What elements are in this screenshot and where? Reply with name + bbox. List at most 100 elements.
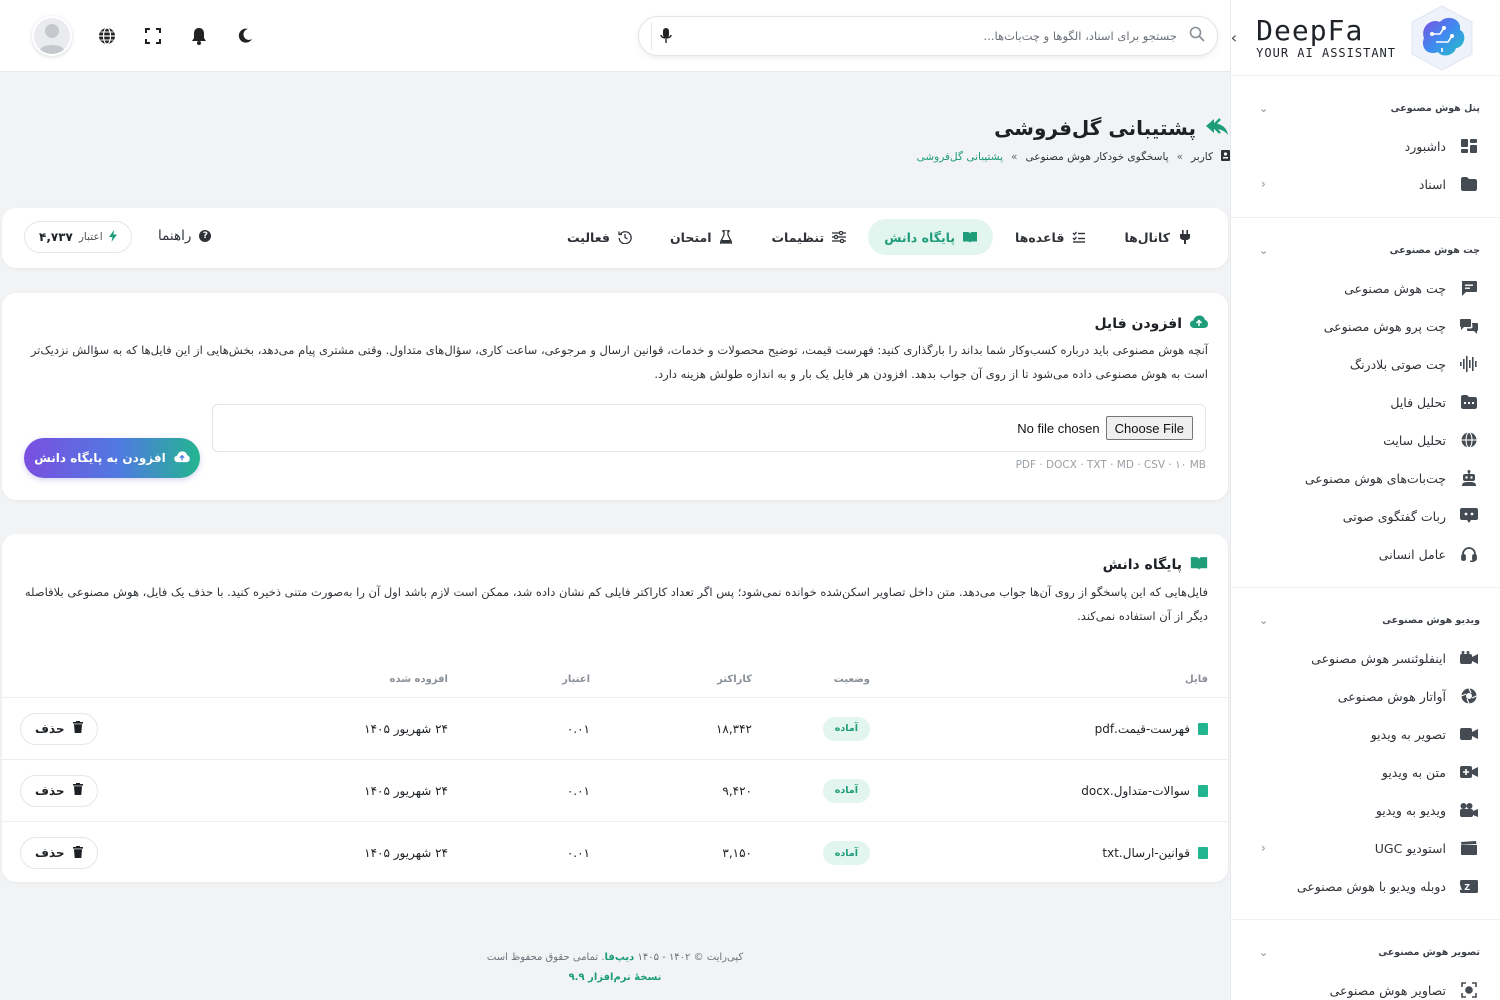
chevron-down-icon: ⌄	[1259, 102, 1269, 115]
knowledge-base-card: پایگاه دانش فایل‌هایی که این پاسخگو از ر…	[2, 534, 1228, 882]
sidebar-section-header[interactable]: پنل هوش مصنوعی ⌄	[1231, 84, 1500, 127]
copyright-suffix: . تمامی حقوق محفوظ است	[486, 952, 605, 963]
status-badge: آماده	[822, 841, 870, 865]
sidebar-item-label: اینفلوئنسر هوش مصنوعی	[1311, 650, 1446, 666]
sidebar-item[interactable]: اسناد ‹	[1231, 165, 1500, 203]
sidebar-item-label: تصاویر هوش مصنوعی	[1329, 982, 1446, 998]
table-row: سوالات-متداول.docx آماده ۹,۴۲۰ ۰.۰۱ ۲۴ ش…	[2, 760, 1228, 822]
help-label: راهنما	[158, 228, 192, 244]
sidebar-item-label: عامل انسانی	[1378, 546, 1446, 562]
file-name[interactable]: قوانین-ارسال.txt	[1102, 846, 1190, 860]
action-cell: حذف	[2, 774, 348, 807]
sidebar-item[interactable]: استودیو UGC ‹	[1231, 829, 1500, 867]
kb-description: فایل‌هایی که این پاسخگو از روی آن‌ها جوا…	[24, 585, 1208, 623]
tab-rules[interactable]: قاعده‌ها	[999, 219, 1102, 255]
sidebar-item[interactable]: تصویر به ویدیو	[1231, 715, 1500, 753]
col-credit: اعتبار	[562, 674, 590, 685]
sidebar-item[interactable]: تصاویر هوش مصنوعی	[1231, 971, 1500, 1000]
breadcrumb-autoresponder[interactable]: پاسخگوی خودکار هوش مصنوعی	[1025, 151, 1168, 163]
chars-cell: ۱۸,۳۴۲	[715, 721, 752, 736]
date-cell: ۲۴ شهریور ۱۴۰۵	[364, 783, 448, 798]
col-date: افزوده شده	[389, 674, 448, 685]
chat-pro-icon	[1460, 317, 1478, 335]
sidebar-item-label: استودیو UGC	[1374, 840, 1446, 856]
sidebar-item-label: چت‌بات‌های هوش مصنوعی	[1304, 470, 1446, 486]
back-arrow-icon[interactable]	[1204, 117, 1230, 140]
tab-settings[interactable]: تنظیمات	[755, 219, 862, 255]
add-to-knowledge-base-button[interactable]: افزودن به پایگاه دانش	[24, 438, 200, 478]
no-file-label: No file chosen	[1017, 420, 1100, 436]
dashboard-icon	[1460, 137, 1478, 155]
sidebar-item[interactable]: چت پرو هوش مصنوعی	[1231, 307, 1500, 345]
sidebar-item[interactable]: AZ دوبله ویدیو با هوش مصنوعی	[1231, 867, 1500, 905]
sidebar-item[interactable]: چت هوش مصنوعی	[1231, 269, 1500, 307]
credit-badge[interactable]: اعتبار ۴,۷۳۷	[24, 221, 132, 253]
topbar	[0, 0, 1230, 72]
search-icon	[1185, 26, 1205, 46]
files-table: فایل وضعیت کاراکتر اعتبار افزوده شده فهر…	[2, 662, 1228, 884]
credit-value: ۴,۷۳۷	[39, 230, 73, 244]
language-globe-icon[interactable]	[96, 25, 118, 47]
file-name[interactable]: سوالات-متداول.docx	[1081, 784, 1190, 798]
tab-label: کانال‌ها	[1124, 229, 1170, 245]
sidebar-item[interactable]: ربات گفتگوی صوتی	[1231, 497, 1500, 535]
flask-icon	[719, 230, 733, 244]
microphone-icon[interactable]	[651, 22, 679, 50]
search-input[interactable]	[679, 29, 1185, 43]
bot-icon	[1460, 469, 1478, 487]
choose-file-button[interactable]: Choose File	[1105, 416, 1193, 440]
software-version: نسخهٔ نرم‌افزار ۹.۹	[568, 972, 662, 983]
sidebar-item[interactable]: آواتار هوش مصنوعی	[1231, 677, 1500, 715]
cloud-upload-icon	[174, 450, 190, 466]
sidebar-item-label: داشبورد	[1404, 138, 1446, 154]
sidebar-item-label: تحلیل فایل	[1390, 394, 1446, 410]
file-input[interactable]: No file chosen Choose File	[212, 404, 1206, 452]
sidebar-item[interactable]: اینفلوئنسر هوش مصنوعی	[1231, 639, 1500, 677]
sidebar-item[interactable]: چت‌بات‌های هوش مصنوعی	[1231, 459, 1500, 497]
delete-button[interactable]: حذف	[20, 712, 98, 745]
trash-icon	[72, 845, 83, 861]
sidebar-item[interactable]: تحلیل سایت	[1231, 421, 1500, 459]
sidebar-item[interactable]: چت صوتی بلادرنگ	[1231, 345, 1500, 383]
table-header: فایل وضعیت کاراکتر اعتبار افزوده شده	[2, 662, 1228, 698]
delete-button[interactable]: حذف	[20, 774, 98, 807]
breadcrumb-user[interactable]: کاربر	[1191, 151, 1213, 163]
tab-label: امتحان	[669, 229, 712, 245]
sidebar-item[interactable]: داشبورد	[1231, 127, 1500, 165]
help-link[interactable]: ? راهنما	[158, 228, 212, 244]
sidebar-section-header[interactable]: ویدیو هوش مصنوعی ⌄	[1231, 596, 1500, 639]
logo-title: DeepFa	[1256, 13, 1364, 47]
tab-test[interactable]: امتحان	[654, 219, 750, 255]
tab-activity[interactable]: فعالیت	[551, 219, 648, 255]
footer-brand-link[interactable]: دیپ‌فا	[605, 952, 635, 963]
file-name[interactable]: فهرست-قیمت.pdf	[1095, 722, 1190, 736]
credit-cell: ۰.۰۱	[566, 846, 590, 860]
col-status: وضعیت	[833, 674, 870, 685]
sidebar-item-label: ربات گفتگوی صوتی	[1342, 508, 1446, 524]
accepted-formats: PDF · DOCX · TXT · MD · CSV · ۱۰ MB	[1015, 459, 1206, 471]
waveform-icon	[1460, 355, 1478, 373]
delete-button[interactable]: حذف	[20, 837, 98, 869]
checklist-icon	[1072, 230, 1086, 244]
sidebar-section-title: چت هوش مصنوعی	[1389, 245, 1480, 256]
sidebar-section-header[interactable]: تصویر هوش مصنوعی ⌄	[1231, 928, 1500, 971]
sidebar-item[interactable]: تحلیل فایل	[1231, 383, 1500, 421]
logo[interactable]: DeepFa YOUR AI ASSISTANT	[1231, 0, 1500, 76]
sidebar-item[interactable]: متن به ویدیو	[1231, 753, 1500, 791]
sidebar-section-header[interactable]: چت هوش مصنوعی ⌄	[1231, 226, 1500, 269]
chevron-down-icon: ⌄	[1259, 946, 1269, 959]
bell-icon[interactable]	[188, 25, 210, 47]
fullscreen-icon[interactable]	[142, 25, 164, 47]
user-avatar[interactable]	[32, 16, 72, 56]
sidebar-item[interactable]: ویدیو به ویدیو	[1231, 791, 1500, 829]
footer: کپی‌رایت © ۱۴۰۲ - ۱۴۰۵ دیپ‌فا. تمامی حقو…	[2, 948, 1228, 988]
dark-mode-moon-icon[interactable]	[234, 25, 256, 47]
file-cell: فهرست-قیمت.pdf	[890, 722, 1228, 736]
action-cell: حذف	[2, 712, 348, 745]
video-camera-icon	[1460, 725, 1478, 743]
tab-knowledge-base[interactable]: پایگاه دانش	[868, 219, 994, 255]
status-badge: آماده	[822, 778, 870, 803]
sidebar-item[interactable]: عامل انسانی	[1231, 535, 1500, 573]
tab-channels[interactable]: کانال‌ها	[1108, 219, 1208, 255]
sidebar-section-title: تصویر هوش مصنوعی	[1378, 947, 1480, 958]
